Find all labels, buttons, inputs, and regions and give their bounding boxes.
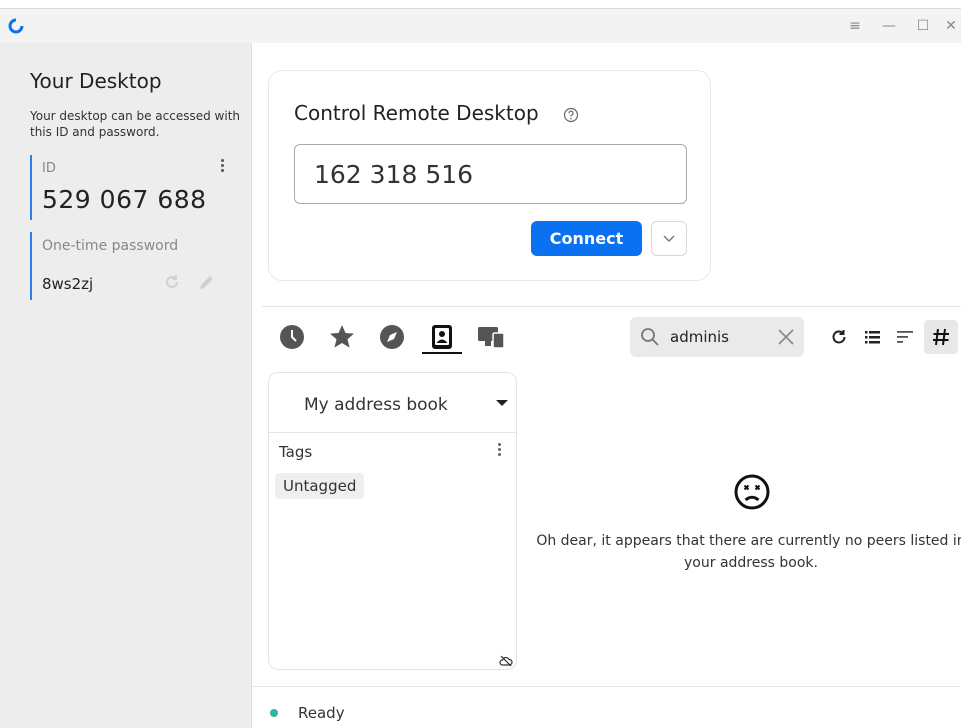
dropdown-caret-icon bbox=[496, 400, 508, 406]
id-value[interactable]: 529 067 688 bbox=[42, 185, 207, 214]
id-block: ID 529 067 688 bbox=[30, 155, 230, 220]
address-book-selected: My address book bbox=[304, 395, 448, 415]
your-desktop-panel: Your Desktop Your desktop can be accesse… bbox=[0, 43, 252, 728]
section-divider bbox=[262, 306, 961, 307]
close-button[interactable]: ✕ bbox=[942, 17, 960, 35]
active-tab-indicator bbox=[422, 352, 462, 354]
app-logo-icon bbox=[8, 18, 24, 34]
connect-button[interactable]: Connect bbox=[531, 221, 642, 256]
status-text: Ready bbox=[298, 704, 345, 722]
sad-face-icon bbox=[734, 474, 770, 510]
chevron-down-icon bbox=[663, 235, 675, 242]
tag-filter-button[interactable] bbox=[924, 320, 958, 354]
hash-icon bbox=[933, 328, 949, 346]
status-indicator bbox=[270, 709, 278, 717]
address-book-panel: My address book Tags Untagged bbox=[268, 372, 517, 670]
id-label: ID bbox=[42, 161, 56, 176]
search-input[interactable] bbox=[670, 326, 770, 348]
password-label: One-time password bbox=[42, 238, 179, 254]
menu-icon[interactable]: ≡ bbox=[846, 17, 864, 35]
your-desktop-title: Your Desktop bbox=[30, 69, 162, 93]
your-desktop-description: Your desktop can be accessed with this I… bbox=[30, 109, 241, 139]
tag-chip-untagged[interactable]: Untagged bbox=[275, 473, 365, 499]
remote-id-input[interactable] bbox=[294, 144, 687, 204]
clear-search-icon[interactable] bbox=[776, 327, 796, 347]
address-book-tab[interactable] bbox=[427, 322, 457, 352]
refresh-icon[interactable] bbox=[829, 327, 849, 347]
control-remote-card: Control Remote Desktop Connect bbox=[268, 70, 711, 281]
help-icon[interactable] bbox=[563, 107, 579, 123]
control-remote-title: Control Remote Desktop bbox=[294, 101, 539, 125]
maximize-button[interactable]: ☐ bbox=[914, 17, 932, 35]
password-value[interactable]: 8ws2zj bbox=[42, 275, 93, 293]
list-view-icon[interactable] bbox=[862, 327, 882, 347]
discovered-tab[interactable] bbox=[377, 322, 407, 352]
sort-icon[interactable] bbox=[895, 327, 915, 347]
recent-sessions-tab[interactable] bbox=[277, 322, 307, 352]
address-book-select[interactable]: My address book bbox=[269, 373, 516, 433]
status-bar: Ready bbox=[252, 686, 961, 728]
peer-search-box[interactable] bbox=[630, 317, 804, 357]
connect-options-button[interactable] bbox=[651, 221, 687, 256]
tags-label: Tags bbox=[279, 443, 313, 461]
title-bar: ≡ — ☐ ✕ bbox=[0, 8, 961, 43]
minimize-button[interactable]: — bbox=[880, 17, 898, 35]
cloud-off-icon bbox=[499, 655, 513, 667]
app-window: ≡ — ☐ ✕ Your Desktop Your desktop can be… bbox=[0, 0, 961, 728]
group-tab[interactable] bbox=[476, 322, 506, 352]
edit-password-icon[interactable] bbox=[197, 272, 217, 292]
empty-peers-message: Oh dear, it appears that there are curre… bbox=[536, 533, 961, 571]
password-block: One-time password 8ws2zj bbox=[30, 232, 230, 300]
search-icon bbox=[641, 328, 659, 346]
tags-more-icon[interactable] bbox=[494, 441, 504, 461]
favorites-tab[interactable] bbox=[327, 322, 357, 352]
refresh-password-icon[interactable] bbox=[162, 272, 182, 292]
id-more-icon[interactable] bbox=[217, 157, 227, 177]
